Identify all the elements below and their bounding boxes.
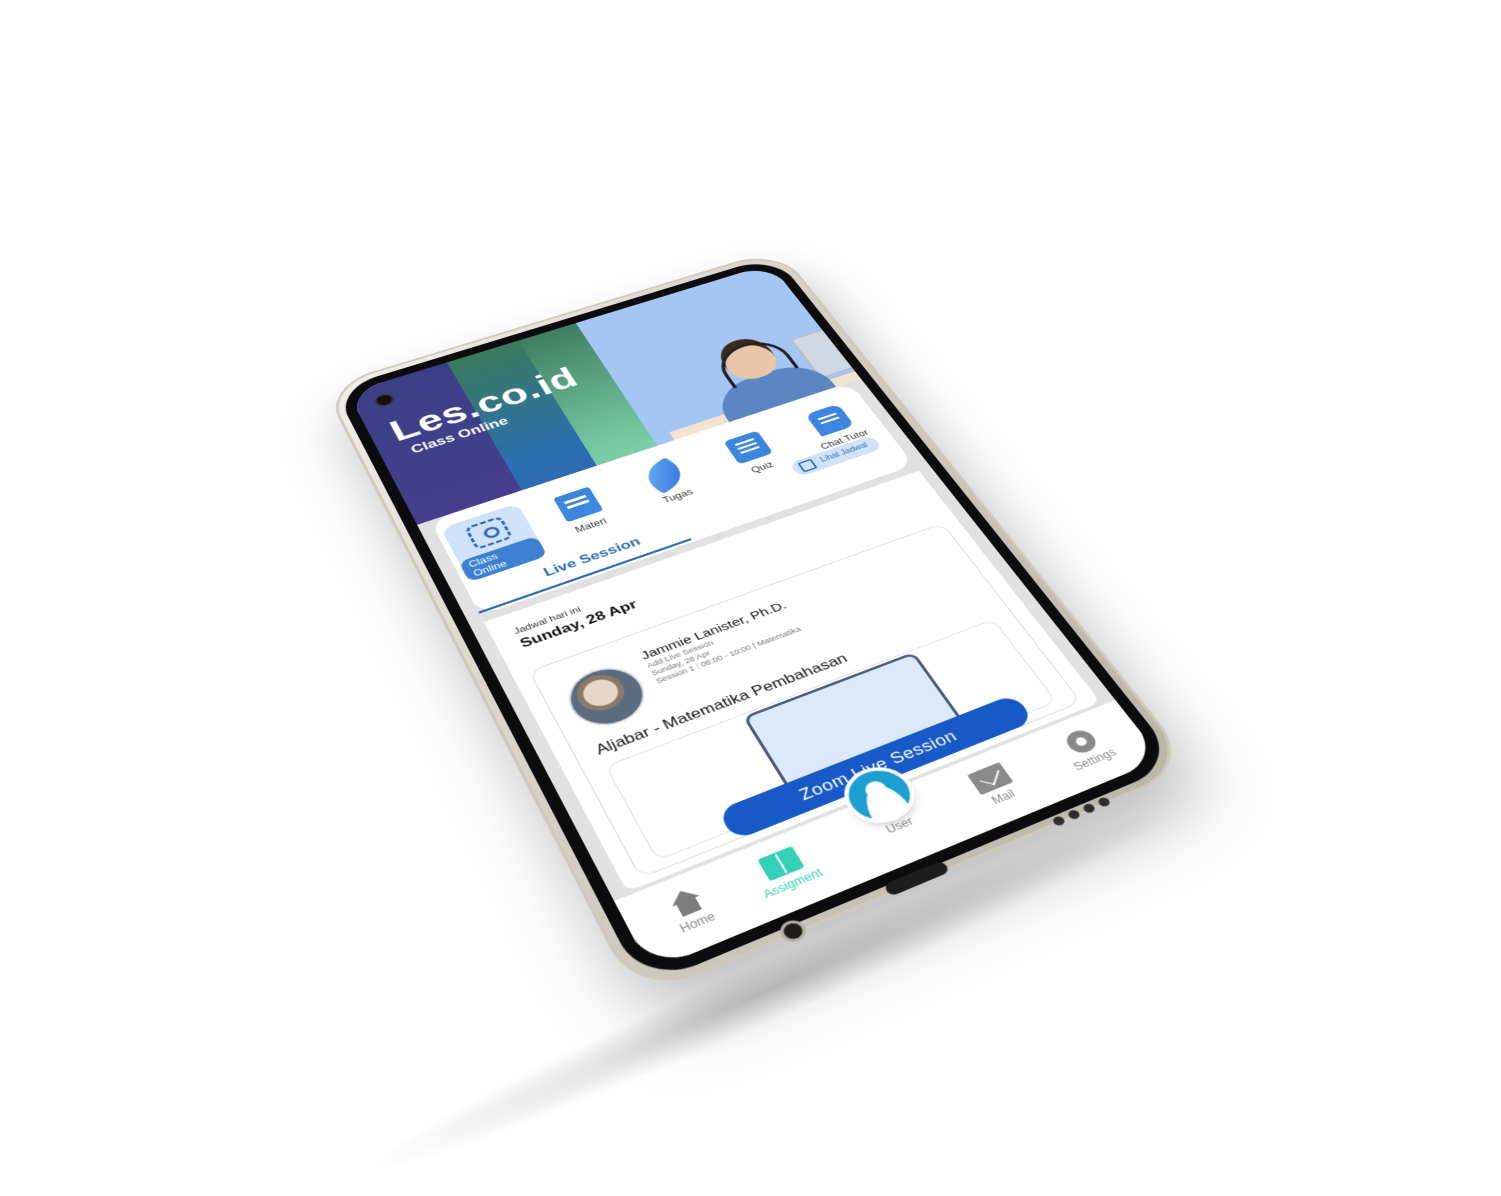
menu-item-label: Quiz <box>749 460 776 475</box>
document-icon <box>723 431 773 465</box>
tutor-avatar <box>560 661 654 734</box>
book-icon <box>553 487 603 523</box>
nav-assignment[interactable]: Assigment <box>734 837 837 907</box>
nav-home[interactable]: Home <box>638 874 743 946</box>
chat-icon <box>805 404 855 437</box>
menu-item-label: Materi <box>573 516 608 535</box>
nav-settings[interactable]: Settings <box>1037 717 1135 780</box>
nav-mail[interactable]: Mail <box>945 754 1045 819</box>
calendar-icon <box>798 459 818 473</box>
nav-label: Mail <box>989 787 1018 806</box>
stage: Les.co.id Class Online Class Online Mate… <box>0 0 1501 1126</box>
